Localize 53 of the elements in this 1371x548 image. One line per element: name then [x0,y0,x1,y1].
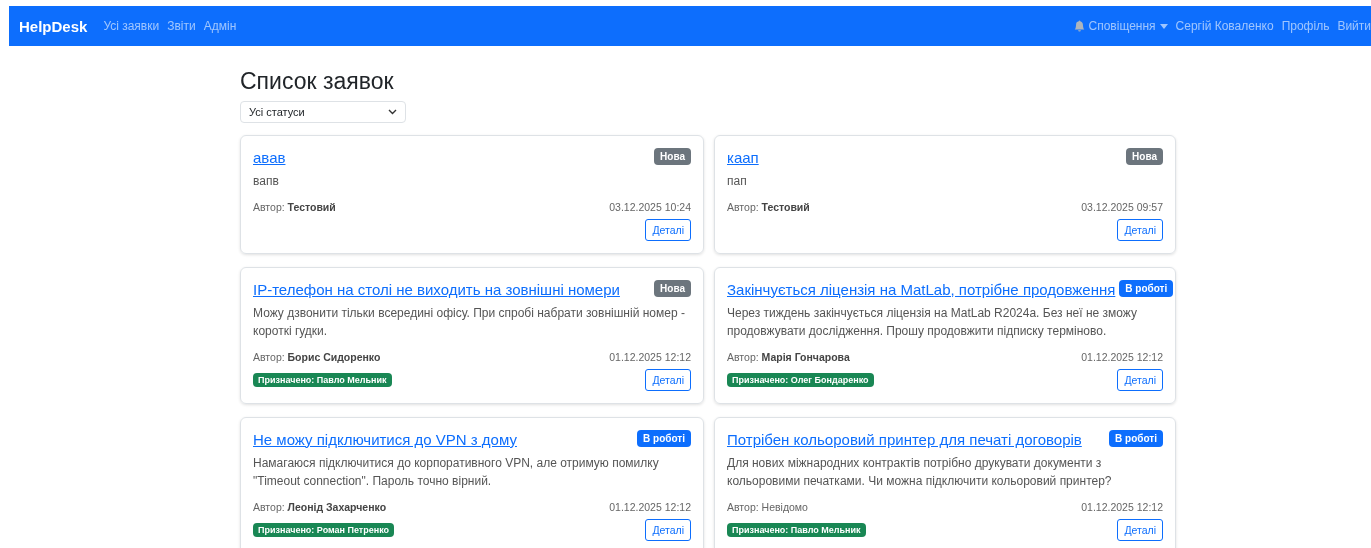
nav-link[interactable]: Звіти [167,19,196,33]
details-button[interactable]: Деталі [645,218,691,241]
assignee-badge: Призначено: Олег Бондаренко [727,372,874,387]
page-title: Список заявок [240,68,395,95]
author-text: Автор: Тестовий [727,200,810,213]
details-button[interactable]: Деталі [645,368,691,391]
user-link[interactable]: Сергій Коваленко [1175,19,1274,33]
details-button[interactable]: Деталі [1117,518,1163,541]
details-button[interactable]: Деталі [1117,368,1163,391]
ticket-description: пап [727,173,748,190]
status-badge: В роботі [1109,429,1163,447]
author-text: Автор: Леонід Захарченко [253,500,387,513]
ticket-description: Через тиждень закінчується ліцензія на MatLab R2024a. Без неї не зможу продовжувати дослідження. Прошу продовжити підписку терміново. [727,304,1138,341]
ticket-date: 03.12.2025 10:24 [609,200,691,213]
status-badge: В роботі [1119,279,1174,297]
ticket-title-link[interactable]: IP-телефон на столі не виходить на зовнішні номери [253,280,620,298]
ticket-date: 01.12.2025 12:12 [609,500,691,513]
status-badge: Нова [654,148,691,165]
ticket-title-link[interactable]: Не можу підключитися до VPN з дому [253,430,517,448]
chevron-icon [388,109,397,115]
ticket-description: Можу дзвонити тільки всередині офісу. При спробі набрати зовнішній номер - короткі гудки. [253,304,686,341]
ticket-description: Для нових міжнародних контрактів потрібно друкувати документи з кольоровими печатками. Чи можна підключити кольоровий принтер? [727,454,1113,491]
status-badge: Нова [1126,148,1163,165]
nav-link[interactable]: Адмін [203,19,237,33]
details-button[interactable]: Деталі [645,518,691,541]
nav-link[interactable]: Усі заявки [103,19,160,33]
ticket-date: 01.12.2025 12:12 [609,350,691,363]
logout-link[interactable]: Вийти [1337,19,1371,33]
ticket-title-link[interactable]: авав [253,149,286,166]
author-text: Автор: Тестовий [253,200,336,213]
ticket-description: вапв [253,173,280,190]
ticket-title-link[interactable]: Закінчується ліцензія на MatLab, потрібне продовження [727,280,1116,298]
details-button[interactable]: Деталі [1117,218,1163,241]
assignee-badge: Призначено: Павло Мельник [253,372,392,387]
brand-link[interactable]: HelpDesk [19,17,88,35]
author-text: Автор: Борис Сидоренко [253,350,381,363]
author-text: Автор: Марія Гончарова [727,350,850,363]
caret-icon [1159,23,1168,29]
ticket-title-link[interactable]: каап [727,149,759,166]
bell-icon [1073,20,1085,32]
notifications-dropdown[interactable]: Сповіщення [1073,19,1168,33]
ticket-date: 01.12.2025 12:12 [1081,500,1163,513]
ticket-date: 03.12.2025 09:57 [1081,200,1163,213]
author-text: Автор: Невідомо [727,500,808,513]
profile-link[interactable]: Профіль [1281,19,1330,33]
ticket-title-link[interactable]: Потрібен кольоровий принтер для печаті договорів [727,430,1082,448]
ticket-description: Намагаюся підключитися до корпоративного VPN, але отримую помилку "Timeout connection". Пароль точно вірний. [253,454,660,491]
assignee-badge: Призначено: Павло Мельник [727,522,866,537]
assignee-badge: Призначено: Роман Петренко [253,522,395,537]
status-badge: Нова [654,279,691,297]
status-badge: В роботі [637,429,691,447]
ticket-date: 01.12.2025 12:12 [1081,350,1163,363]
status-select[interactable]: Усі статуси [240,101,406,123]
